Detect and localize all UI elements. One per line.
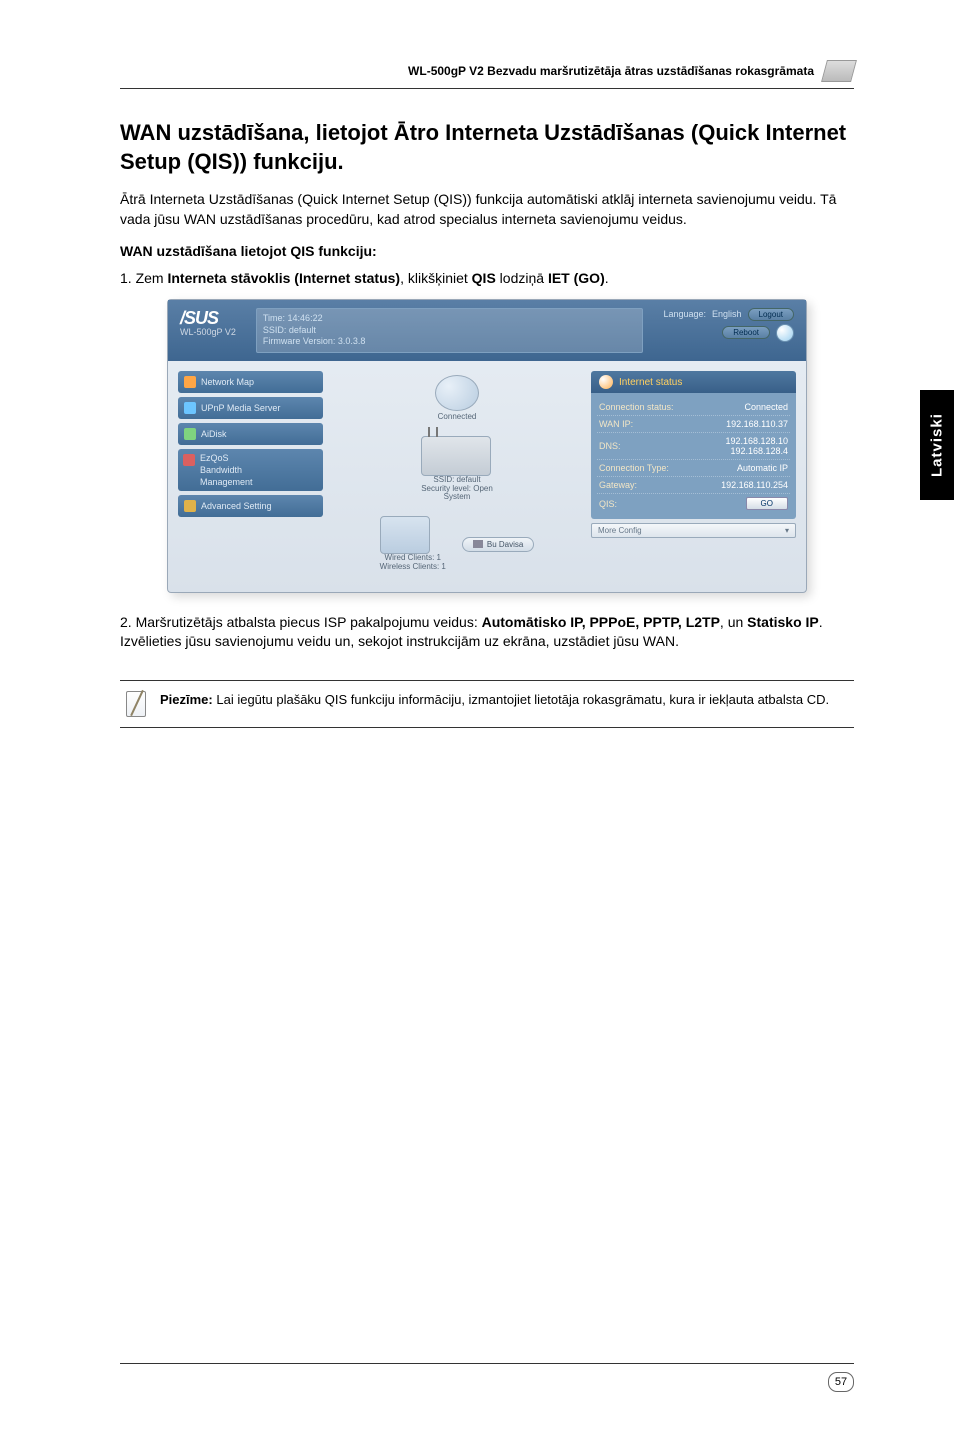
reboot-button[interactable]: Reboot	[722, 326, 770, 339]
clients-node[interactable]: Wired Clients: 1 Wireless Clients: 1	[380, 516, 446, 572]
status-row-qis: QIS: GO	[597, 494, 790, 513]
step-1: 1. Zem Interneta stāvoklis (Internet sta…	[120, 269, 854, 289]
internet-node[interactable]: Connected	[435, 375, 479, 422]
more-config-label: More Config	[598, 526, 642, 535]
status-row-dns: DNS: 192.168.128.10 192.168.128.4	[597, 433, 790, 460]
more-config-dropdown[interactable]: More Config ▾	[591, 523, 796, 538]
sidebar-label: AiDisk	[201, 429, 227, 439]
ui-logo-block: /SUS WL-500gP V2	[180, 308, 236, 353]
language-value[interactable]: English	[712, 309, 742, 319]
gear-icon	[184, 500, 196, 512]
intro-paragraph: Ātrā Interneta Uzstādīšanas (Quick Inter…	[120, 190, 854, 229]
book-icon	[821, 60, 857, 82]
status-val: Connected	[744, 402, 788, 412]
step2-b1: Automātisko IP, PPPoE, PPTP, L2TP	[482, 614, 720, 630]
sidebar-label: Advanced Setting	[201, 501, 272, 511]
sidebar-item-upnp[interactable]: UPnP Media Server	[178, 397, 323, 419]
status-key: Connection Type:	[599, 463, 669, 473]
status-header: Internet status	[591, 371, 796, 393]
router-icon	[421, 436, 491, 476]
router-node[interactable]: SSID: default Security level: Open Syste…	[421, 436, 493, 502]
asus-logo: /SUS	[180, 308, 236, 329]
internet-status-label: Connected	[435, 413, 479, 422]
upnp-icon	[184, 402, 196, 414]
sidebar-item-aidisk[interactable]: AiDisk	[178, 423, 323, 445]
chevron-down-icon: ▾	[785, 526, 789, 535]
status-row-connection: Connection status: Connected	[597, 399, 790, 416]
sidebar-label: Bandwidth	[200, 465, 242, 475]
wireless-clients-label: Wireless Clients: 1	[380, 563, 446, 572]
aidisk-icon	[184, 428, 196, 440]
step1-prefix: 1. Zem	[120, 270, 167, 286]
step1-mid2: lodziņā	[496, 270, 548, 286]
bu-label: Bu Davisa	[487, 540, 523, 549]
internet-status-panel: Internet status Connection status: Conne…	[591, 371, 796, 538]
sidebar-label: Network Map	[201, 377, 254, 387]
model-name: WL-500gP V2	[180, 327, 236, 337]
status-row-conntype: Connection Type: Automatic IP	[597, 460, 790, 477]
note-body: Lai iegūtu plašāku QIS funkciju informāc…	[213, 692, 829, 707]
step2-b2: Statisko IP	[747, 614, 819, 630]
language-label: Language:	[663, 309, 706, 319]
sidebar-item-advanced[interactable]: Advanced Setting	[178, 495, 323, 517]
internet-globe-icon	[435, 375, 479, 411]
status-val: 192.168.110.254	[721, 480, 788, 490]
sidebar-label: EzQoS	[200, 453, 229, 463]
status-val: 192.168.128.10 192.168.128.4	[725, 436, 788, 456]
qis-go-button[interactable]: GO	[746, 497, 788, 510]
language-tab: Latviski	[920, 390, 954, 500]
step1-b2: QIS	[472, 270, 496, 286]
step1-mid: , klikšķiniet	[400, 270, 472, 286]
status-row-gateway: Gateway: 192.168.110.254	[597, 477, 790, 494]
sidebar-label: Management	[200, 477, 253, 487]
step-2: 2. Maršrutizētājs atbalsta piecus ISP pa…	[120, 613, 854, 652]
step1-b1: Interneta stāvoklis (Internet status)	[167, 270, 400, 286]
network-diagram: Connected SSID: default Security level: …	[333, 371, 581, 582]
info-time: Time: 14:46:22	[263, 313, 637, 325]
step1-b3: IET (GO)	[548, 270, 605, 286]
client-icon	[380, 516, 430, 554]
map-icon	[184, 376, 196, 388]
printer-icon	[473, 540, 483, 548]
info-ssid: SSID: default	[263, 325, 637, 337]
note-text: Piezīme: Lai iegūtu plašāku QIS funkciju…	[160, 691, 829, 709]
page-title: WAN uzstādīšana, lietojot Ātro Interneta…	[120, 119, 854, 176]
page-number: 57	[828, 1372, 854, 1392]
page-footer: 57	[120, 1363, 854, 1392]
status-key: QIS:	[599, 499, 617, 509]
status-globe-icon	[599, 375, 613, 389]
subhead: WAN uzstādīšana lietojot QIS funkciju:	[120, 243, 854, 259]
logout-button[interactable]: Logout	[748, 308, 794, 321]
bu-davisa-button[interactable]: Bu Davisa	[462, 537, 534, 552]
ui-top-right: Language: English Logout Reboot	[663, 308, 794, 353]
status-key: WAN IP:	[599, 419, 633, 429]
status-key: Gateway:	[599, 480, 637, 490]
sidebar-label: UPnP Media Server	[201, 403, 280, 413]
step1-end: .	[605, 270, 609, 286]
globe-icon	[776, 324, 794, 342]
ui-info-panel: Time: 14:46:22 SSID: default Firmware Ve…	[256, 308, 644, 353]
note-label: Piezīme:	[160, 692, 213, 707]
step2-prefix: 2. Maršrutizētājs atbalsta piecus ISP pa…	[120, 614, 482, 630]
status-row-wanip: WAN IP: 192.168.110.37	[597, 416, 790, 433]
note-box: Piezīme: Lai iegūtu plašāku QIS funkciju…	[120, 680, 854, 728]
status-header-label: Internet status	[619, 377, 682, 388]
note-icon	[126, 691, 146, 717]
status-key: Connection status:	[599, 402, 674, 412]
ui-sidebar: Network Map UPnP Media Server AiDisk EzQ…	[178, 371, 323, 582]
status-val: 192.168.110.37	[726, 419, 788, 429]
router-admin-screenshot: /SUS WL-500gP V2 Time: 14:46:22 SSID: de…	[167, 299, 807, 593]
status-val: Automatic IP	[737, 463, 788, 473]
router-system-label: System	[421, 493, 493, 502]
ezqos-icon	[183, 454, 195, 466]
doc-header: WL-500gP V2 Bezvadu maršrutizētāja ātras…	[408, 64, 814, 78]
ui-top-bar: /SUS WL-500gP V2 Time: 14:46:22 SSID: de…	[168, 300, 806, 361]
status-key: DNS:	[599, 441, 621, 451]
sidebar-item-network-map[interactable]: Network Map	[178, 371, 323, 393]
step2-mid: , un	[720, 614, 747, 630]
info-firmware: Firmware Version: 3.0.3.8	[263, 336, 637, 348]
sidebar-item-ezqos[interactable]: EzQoS Bandwidth Management	[178, 449, 323, 491]
